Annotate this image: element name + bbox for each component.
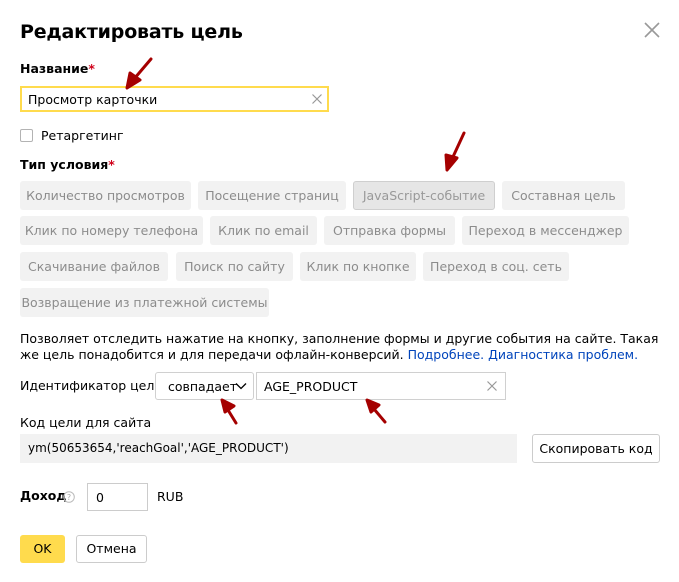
income-input[interactable] bbox=[96, 489, 142, 506]
clear-goal-id-icon[interactable] bbox=[486, 380, 498, 392]
dialog-title: Редактировать цель bbox=[20, 21, 243, 43]
annotation-arrow-icon bbox=[125, 57, 153, 90]
goal-id-label: Идентификатор цели: bbox=[20, 378, 167, 393]
name-input[interactable] bbox=[28, 91, 308, 108]
annotation-arrow-icon bbox=[365, 398, 387, 424]
cancel-button[interactable]: Отмена bbox=[76, 535, 147, 563]
site-code-box: ym(50653654,'reachGoal','AGE_PRODUCT') bbox=[20, 434, 517, 463]
condition-form-submit-button[interactable]: Отправка формы bbox=[324, 216, 455, 245]
chevron-down-icon bbox=[235, 383, 247, 390]
condition-messenger-button[interactable]: Переход в мессенджер bbox=[462, 216, 629, 245]
condition-file-download-button[interactable]: Скачивание файлов bbox=[20, 252, 168, 281]
annotation-arrow-icon bbox=[444, 131, 466, 172]
condition-type-label: Тип условия* bbox=[20, 157, 115, 172]
close-icon[interactable] bbox=[642, 20, 662, 40]
site-code-text: ym(50653654,'reachGoal','AGE_PRODUCT') bbox=[28, 441, 289, 455]
condition-phone-click-button[interactable]: Клик по номеру телефона bbox=[20, 216, 203, 245]
match-type-select[interactable]: совпадает bbox=[155, 372, 254, 400]
condition-description: Позволяет отследить нажатие на кнопку, з… bbox=[20, 331, 660, 363]
copy-code-button[interactable]: Скопировать код bbox=[532, 434, 660, 463]
retargeting-label: Ретаргетинг bbox=[41, 127, 124, 143]
condition-pageviews-button[interactable]: Количество просмотров bbox=[20, 181, 191, 210]
name-input-wrapper[interactable] bbox=[20, 86, 329, 112]
currency-label: RUB bbox=[157, 489, 184, 504]
condition-email-click-button[interactable]: Клик по email bbox=[210, 216, 317, 245]
clear-name-icon[interactable] bbox=[311, 93, 323, 105]
condition-social-network-button[interactable]: Переход в соц. сеть bbox=[423, 252, 569, 281]
condition-composite-button[interactable]: Составная цель bbox=[502, 181, 625, 210]
condition-button-click-button[interactable]: Клик по кнопке bbox=[300, 252, 416, 281]
income-input-wrapper[interactable] bbox=[87, 483, 148, 511]
match-type-value: совпадает bbox=[168, 379, 237, 394]
diagnostics-link[interactable]: Диагностика проблем. bbox=[488, 347, 638, 362]
condition-site-search-button[interactable]: Поиск по сайту bbox=[176, 252, 293, 281]
edit-goal-dialog: Редактировать цель Название* Ретаргетинг… bbox=[0, 0, 679, 582]
retargeting-row[interactable]: Ретаргетинг bbox=[20, 127, 124, 143]
site-code-label: Код цели для сайта bbox=[20, 415, 152, 430]
ok-button[interactable]: OK bbox=[20, 535, 65, 563]
retargeting-checkbox[interactable] bbox=[20, 128, 33, 142]
annotation-arrow-icon bbox=[220, 398, 238, 425]
svg-text:?: ? bbox=[67, 493, 71, 502]
help-icon[interactable]: ? bbox=[63, 491, 75, 503]
goal-id-input-wrapper[interactable] bbox=[256, 372, 506, 400]
condition-javascript-event-button[interactable]: JavaScript-событие bbox=[353, 181, 495, 210]
goal-id-input[interactable] bbox=[264, 378, 474, 395]
condition-page-visit-button[interactable]: Посещение страниц bbox=[198, 181, 346, 210]
income-label: Доход bbox=[20, 488, 67, 503]
name-label: Название* bbox=[20, 61, 95, 76]
condition-payment-return-button[interactable]: Возвращение из платежной системы bbox=[20, 288, 269, 317]
more-link[interactable]: Подробнее. bbox=[408, 347, 485, 362]
